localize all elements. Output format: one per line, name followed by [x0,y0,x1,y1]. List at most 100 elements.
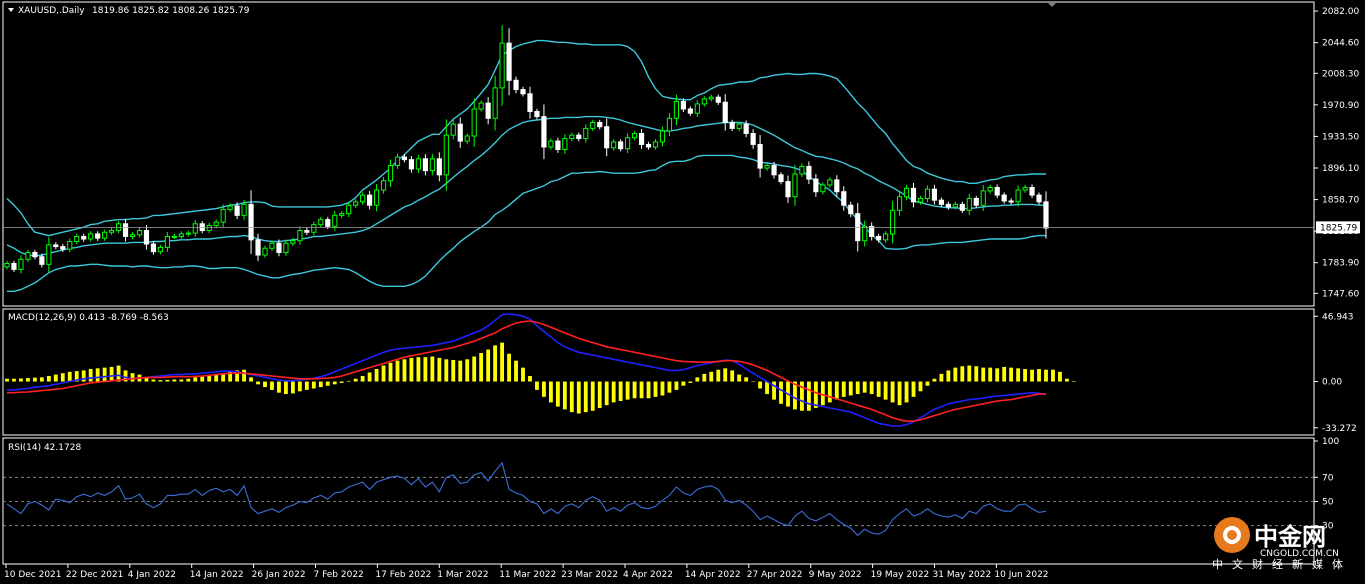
candle-body [102,231,108,239]
macd-histogram-bar [946,370,951,382]
time-axis-label: 31 May 2022 [933,570,992,580]
candle-body [143,230,150,245]
candle-body [506,42,512,81]
candle-body [652,141,659,148]
trading-chart: 2082.00 2044.60 2008.30 1970.90 1933.50 1896.… [0,0,1365,584]
candle-body [876,235,882,241]
macd-histogram-bar [249,377,253,382]
macd-histogram-bar [611,381,616,403]
candle-body [74,235,80,243]
macd-histogram-bar [388,362,393,382]
macd-histogram-bar [172,379,177,382]
candle-body [799,165,805,175]
price-axis-label: 2008.30 [1322,69,1359,79]
macd-histogram-bar [716,369,721,382]
candle-body [88,233,94,240]
candle-body [869,225,875,237]
candle-body [408,159,415,170]
candle-body [743,123,749,134]
candle-body [1036,194,1042,203]
candle-body [220,208,226,223]
time-axis-label: 4 Jan 2022 [128,570,176,580]
watermark-slogan: 中文财经新媒体 [1212,557,1352,571]
macd-histogram-bar [604,381,609,406]
macd-histogram-bar [81,370,86,382]
candle-body [248,203,254,241]
macd-histogram-bar [597,381,602,408]
candle-body [980,190,986,206]
macd-histogram-bar [214,374,219,382]
candle-body [827,179,833,186]
macd-histogram-bar [151,379,156,382]
macd-histogram-bar [555,381,560,407]
candle-body [625,137,631,150]
candle-body [339,213,345,216]
rsi-axis-label: 70 [1322,473,1334,483]
macd-histogram-bar [5,378,9,382]
macd-histogram-bar [284,381,288,395]
macd-histogram-bar [367,372,372,382]
candle-body [917,197,924,203]
macd-histogram-bar [667,381,672,393]
macd-histogram-bar [263,381,267,388]
candle-body [109,230,115,233]
candle-body [499,42,505,89]
time-axis-label: 26 Jan 2022 [252,570,306,580]
candle-body [673,100,680,119]
macd-title: MACD(12,26,9) 0.413 -8.769 -8.563 [8,313,169,323]
macd-histogram-bar [381,365,386,382]
macd-histogram-bar [723,368,728,382]
macd-histogram-bar [528,375,532,382]
candle-body [478,102,484,110]
candle-body [1008,200,1014,203]
candle-body [485,102,491,119]
macd-histogram-bar [200,376,205,382]
candle-body [360,194,366,203]
macd-histogram-bar [409,357,414,382]
candle-body [959,203,965,211]
candle-body [367,194,373,206]
macd-histogram-bar [437,357,442,382]
candle-body [590,121,596,129]
macd-histogram-bar [290,381,295,394]
macd-histogram-bar [674,381,679,390]
candle-body [604,126,610,149]
candle-body [32,252,38,258]
candle-body [429,158,435,172]
candle-body [862,225,868,242]
macd-histogram-bar [19,378,23,382]
macd-histogram-bar [109,366,114,382]
macd-histogram-bar [632,381,637,399]
candle-body [464,135,470,142]
macd-histogram-bar [1071,380,1076,382]
candle-body [164,235,170,248]
candle-body [806,165,812,180]
candle-body [792,173,798,198]
time-axis-label: 23 Mar 2022 [561,570,618,580]
candle-body [785,181,791,198]
macd-histogram-bar [277,381,281,393]
candle-body [520,89,526,95]
macd-histogram-bar [472,356,477,382]
macd-histogram-bar [751,381,756,383]
candle-body [666,117,673,132]
candle-body [680,100,686,110]
macd-histogram-bar [890,381,895,403]
candle-body [1015,189,1021,203]
macd-histogram-bar [465,359,470,382]
macd-histogram-bar [165,379,170,382]
candle-body [994,187,1000,196]
macd-histogram-bar [67,371,72,382]
candle-body [555,140,561,151]
time-axis-label: 22 Dec 2021 [66,570,124,580]
candle-body [269,242,275,249]
macd-histogram-bar [207,375,212,382]
macd-histogram-bar [179,379,184,382]
candle-body [227,205,233,210]
candle-body [283,242,289,254]
macd-histogram-bar [458,360,463,382]
time-axis-label: 10 Jun 2022 [994,570,1048,580]
macd-histogram-bar [102,367,107,382]
macd-histogram-bar [430,356,435,382]
macd-histogram-bar [660,381,665,396]
